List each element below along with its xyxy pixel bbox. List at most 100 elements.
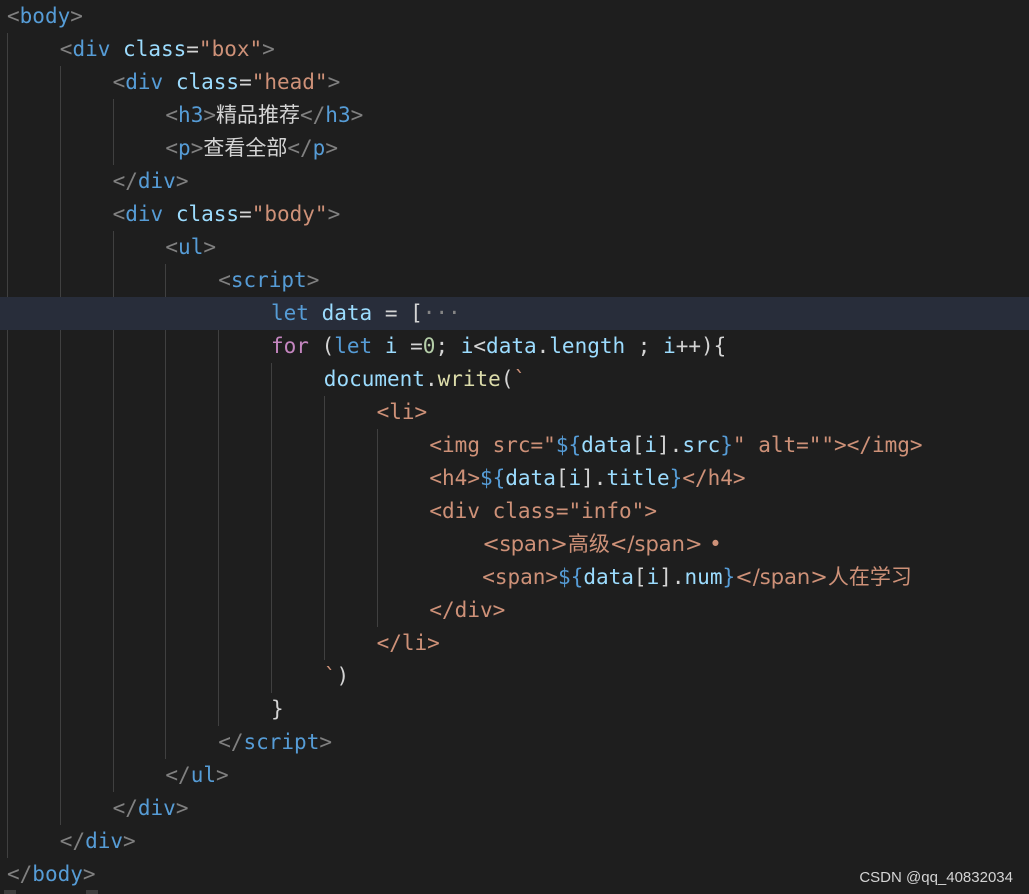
code-line[interactable]: <script> — [0, 264, 1029, 297]
code-text: let data = [··· — [271, 297, 461, 330]
code-token: div — [137, 169, 176, 193]
code-text: } — [271, 693, 284, 726]
code-token: = — [186, 37, 199, 61]
code-token: h3 — [325, 103, 351, 127]
code-text: for (let i =0; i<data.length ; i++){ — [271, 330, 726, 363]
code-text: <div class="head"> — [113, 66, 341, 99]
code-line[interactable]: <ul> — [0, 231, 1029, 264]
code-text: document.write(` — [324, 363, 526, 396]
code-token: ( — [500, 367, 514, 391]
code-line[interactable]: } — [0, 693, 1029, 726]
code-token: > — [175, 169, 189, 193]
code-line[interactable]: <h3>精品推荐</h3> — [0, 99, 1029, 132]
code-token: = — [239, 202, 252, 226]
code-token: </ — [287, 136, 313, 160]
code-text: <span>高级</span> • — [482, 528, 721, 561]
code-token: data — [505, 466, 556, 490]
code-token: = — [397, 334, 423, 358]
code-line[interactable]: <div class="head"> — [0, 66, 1029, 99]
code-token: ++){ — [675, 334, 727, 358]
scrollbar-stub-left — [4, 890, 16, 894]
code-line[interactable]: document.write(` — [0, 363, 1029, 396]
code-line[interactable]: </ul> — [0, 759, 1029, 792]
code-token: "body" — [251, 202, 328, 226]
code-line[interactable]: </div> — [0, 792, 1029, 825]
code-line[interactable]: <p>查看全部</p> — [0, 132, 1029, 165]
code-line[interactable]: <h4>${data[i].title}</h4> — [0, 462, 1029, 495]
code-line[interactable]: <span>${data[i].num}</span>人在学习 — [0, 561, 1029, 594]
code-line[interactable]: </div> — [0, 825, 1029, 858]
code-token: . — [536, 334, 550, 358]
code-text: <h4>${data[i].title}</h4> — [429, 462, 745, 495]
code-token: div — [125, 202, 164, 226]
code-token: i — [644, 433, 658, 457]
code-token: length — [549, 334, 626, 358]
code-token: > — [262, 37, 275, 61]
code-token: 精品推荐 — [216, 103, 300, 127]
code-token: script — [230, 268, 307, 292]
code-text: `) — [324, 660, 349, 693]
code-token: > — [215, 763, 229, 787]
code-text: </script> — [218, 726, 332, 759]
code-token: > — [327, 70, 341, 94]
code-token: ` — [513, 367, 527, 391]
code-line[interactable]: `) — [0, 660, 1029, 693]
code-editor[interactable]: <body> <div class="box"> <div class="head"… — [0, 0, 1029, 894]
code-token: div — [125, 70, 164, 94]
code-token: [ — [555, 466, 569, 490]
code-token: data — [581, 433, 632, 457]
code-token: ul — [190, 763, 216, 787]
code-token: 查看全部 — [203, 136, 288, 160]
code-line[interactable]: <span>高级</span> • — [0, 528, 1029, 561]
code-token: <div class="info"> — [429, 499, 657, 523]
code-token: " alt=""></img> — [732, 433, 923, 457]
code-line[interactable]: <div class="box"> — [0, 33, 1029, 66]
code-token: <li> — [376, 400, 428, 424]
code-token: "head" — [251, 70, 328, 94]
code-text: </div> — [113, 165, 189, 198]
code-token: </ — [165, 763, 191, 787]
code-token: ; — [625, 334, 664, 358]
code-line[interactable]: <li> — [0, 396, 1029, 429]
code-line[interactable]: <body> — [0, 0, 1029, 33]
code-text: </div> — [113, 792, 189, 825]
code-line[interactable]: </div> — [0, 594, 1029, 627]
code-token: > — [325, 136, 338, 160]
code-token: > — [350, 103, 364, 127]
code-token: <img src=" — [429, 433, 556, 457]
code-token: data — [486, 334, 537, 358]
code-line[interactable]: let data = [··· — [0, 297, 1029, 330]
code-token: </ — [112, 796, 138, 820]
code-token: > — [175, 796, 189, 820]
code-line[interactable]: </script> — [0, 726, 1029, 759]
code-token: } — [720, 433, 733, 457]
code-token: i — [646, 565, 660, 589]
code-line[interactable]: </li> — [0, 627, 1029, 660]
code-line[interactable]: <img src="${data[i].src}" alt=""></img> — [0, 429, 1029, 462]
code-line[interactable]: <div class="info"> — [0, 495, 1029, 528]
code-token: < — [7, 4, 20, 28]
code-text: <h3>精品推荐</h3> — [165, 99, 363, 132]
code-token: p — [312, 136, 326, 160]
code-token: > — [306, 268, 320, 292]
code-token: i — [663, 334, 676, 358]
code-token: ]. — [659, 565, 685, 589]
code-line[interactable]: <div class="body"> — [0, 198, 1029, 231]
code-token: data — [583, 565, 634, 589]
code-line[interactable]: </div> — [0, 165, 1029, 198]
code-token: > — [203, 235, 216, 259]
code-token: ${ — [479, 466, 506, 490]
code-token: </span>人在学习 — [735, 565, 912, 589]
code-token: ul — [178, 235, 204, 259]
code-token: </ — [300, 103, 326, 127]
code-line[interactable]: for (let i =0; i<data.length ; i++){ — [0, 330, 1029, 363]
code-text: <ul> — [165, 231, 216, 264]
folded-ellipsis[interactable]: ··· — [423, 301, 461, 325]
watermark: CSDN @qq_40832034 — [859, 869, 1013, 886]
code-token: let — [271, 301, 309, 325]
code-token: h3 — [178, 103, 204, 127]
code-token: [ — [633, 565, 647, 589]
